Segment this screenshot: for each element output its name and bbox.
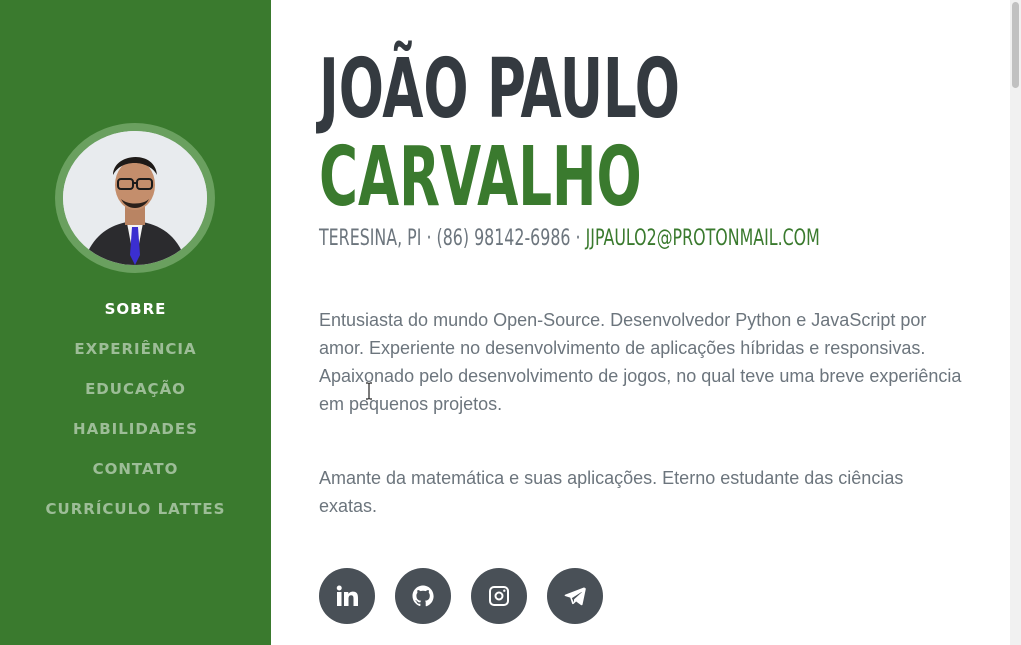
text-cursor-icon [365,382,373,400]
telegram-button[interactable] [547,568,603,624]
first-name: JOÃO PAULO [319,42,680,137]
avatar-ring [55,123,215,273]
bio-paragraph-2: Amante da matemática e suas aplicações. … [319,468,904,516]
linkedin-button[interactable] [319,568,375,624]
contact-subheading: TERESINA, PI · (86) 98142-6986 · JJPAULO… [319,226,820,251]
social-icons [319,568,603,624]
github-button[interactable] [395,568,451,624]
bio-paragraph-1: Entusiasta do mundo Open-Source. Desenvo… [319,310,962,414]
instagram-button[interactable] [471,568,527,624]
email-link[interactable]: JJPAULO2@PROTONMAIL.COM [586,226,820,251]
nav-item-experiencia[interactable]: EXPERIÊNCIA [0,337,271,377]
sidebar: SOBRE EXPERIÊNCIA EDUCAÇÃO HABILIDADES C… [0,0,271,645]
phone-text: (86) 98142-6986 [436,226,571,251]
last-name: CARVALHO [319,130,642,225]
nav-item-curriculo-lattes[interactable]: CURRÍCULO LATTES [0,497,271,537]
nav-item-educacao[interactable]: EDUCAÇÃO [0,377,271,417]
avatar-photo [63,131,207,265]
scrollbar[interactable] [1010,0,1021,645]
github-icon [412,585,434,607]
nav-item-habilidades[interactable]: HABILIDADES [0,417,271,457]
side-nav: SOBRE EXPERIÊNCIA EDUCAÇÃO HABILIDADES C… [0,297,271,537]
separator: · [421,226,437,251]
separator: · [570,226,586,251]
location-text: TERESINA, PI [319,226,422,251]
instagram-icon [489,586,509,606]
avatar [63,131,207,265]
linkedin-icon [336,585,358,606]
telegram-icon [564,587,586,606]
nav-item-sobre[interactable]: SOBRE [0,297,271,337]
nav-item-contato[interactable]: CONTATO [0,457,271,497]
scrollbar-thumb[interactable] [1012,2,1019,88]
